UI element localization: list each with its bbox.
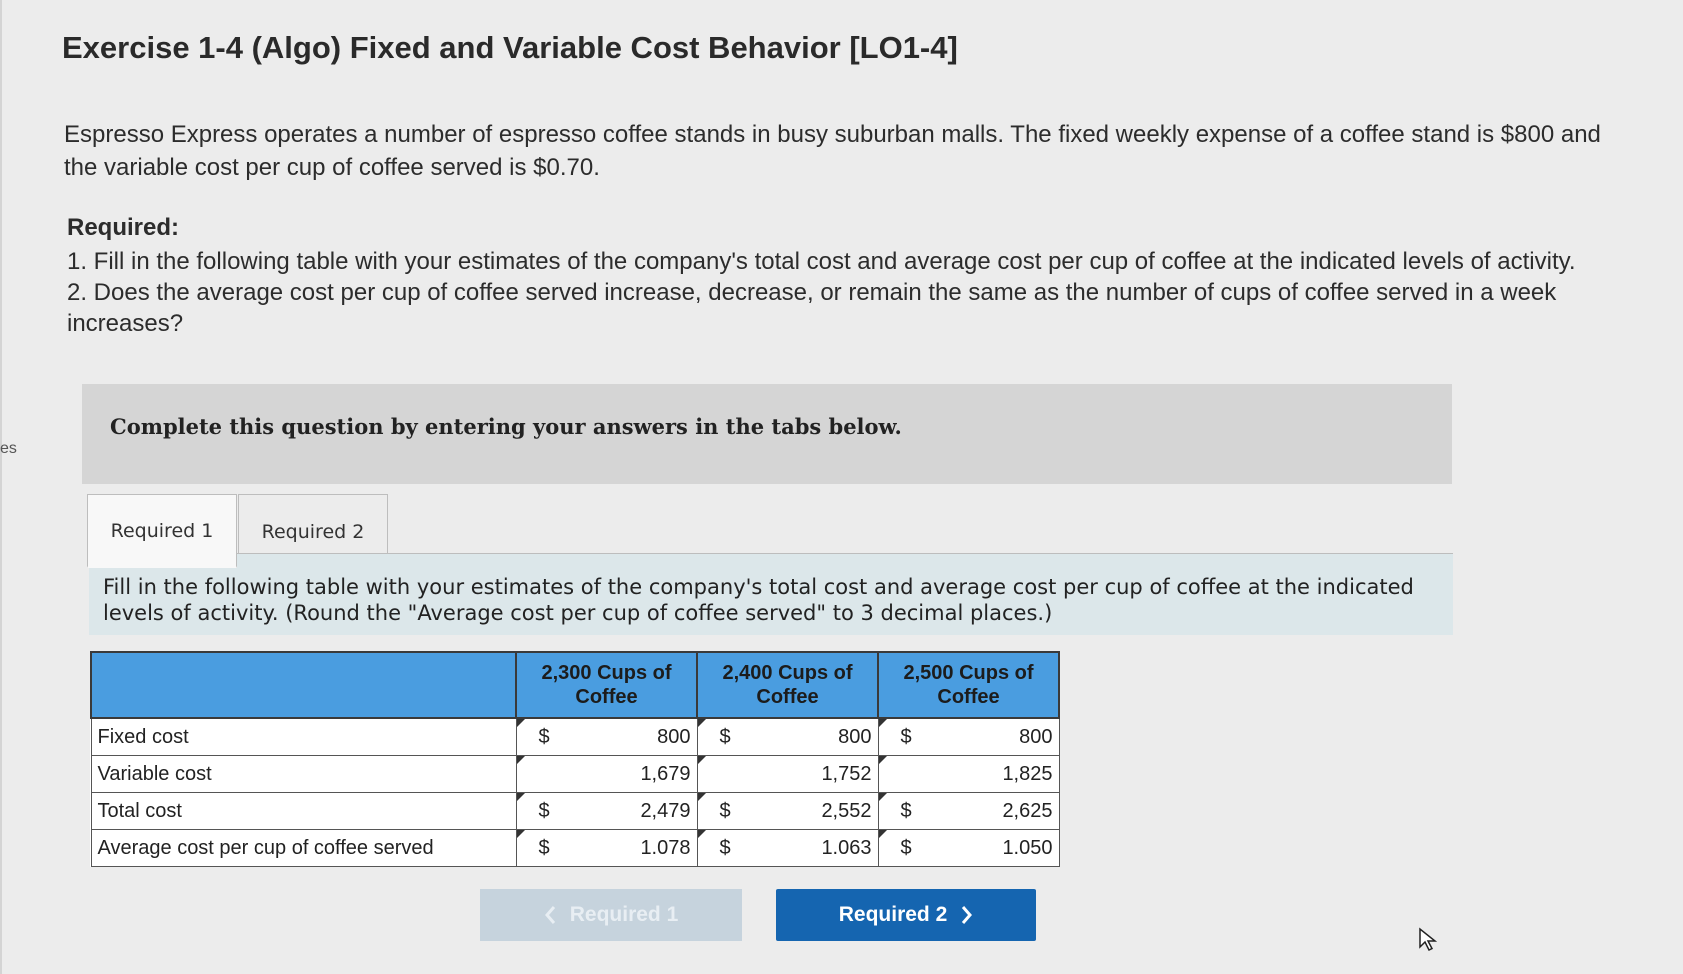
flag-icon (878, 719, 887, 727)
column-header: 2,400 Cups of Coffee (696, 651, 879, 719)
next-required-button[interactable]: Required 2 (776, 889, 1036, 941)
table-row: Total cost $2,479 $2,552 $2,625 (90, 792, 1060, 830)
table-row: Fixed cost $800 $800 $800 (90, 717, 1060, 756)
flag-icon (516, 719, 525, 727)
answer-cell[interactable]: 1,679 (515, 755, 698, 793)
flag-icon (878, 830, 887, 838)
table-row: Average cost per cup of coffee served $1… (90, 829, 1060, 867)
flag-icon (516, 830, 525, 838)
flag-icon (697, 756, 706, 764)
row-label: Average cost per cup of coffee served (90, 829, 517, 867)
mouse-cursor-icon (1419, 927, 1438, 952)
flag-icon (697, 793, 706, 801)
tab-required-1[interactable]: Required 1 (87, 494, 237, 568)
cell-value[interactable]: 1,825 (1002, 763, 1052, 786)
answer-cell[interactable]: $2,479 (515, 792, 698, 830)
flag-icon (697, 719, 706, 727)
flag-icon (697, 830, 706, 838)
cell-value[interactable]: 1,752 (821, 763, 871, 786)
cell-value[interactable]: 1.050 (1002, 837, 1052, 860)
cell-value[interactable]: 800 (838, 726, 871, 749)
flag-icon (878, 793, 887, 801)
cell-value[interactable]: 800 (657, 726, 690, 749)
page-title: Exercise 1-4 (Algo) Fixed and Variable C… (62, 30, 958, 65)
row-label: Variable cost (90, 755, 517, 793)
problem-intro: Espresso Express operates a number of es… (64, 121, 1601, 181)
required-item-2: 2. Does the average cost per cup of coff… (67, 279, 1557, 337)
required-heading: Required: (67, 214, 180, 241)
cost-table: 2,300 Cups of Coffee 2,400 Cups of Coffe… (90, 651, 1060, 867)
prev-button-label: Required 1 (569, 903, 679, 926)
dollar-sign: $ (719, 836, 731, 859)
table-header-row: 2,300 Cups of Coffee 2,400 Cups of Coffe… (90, 651, 1060, 719)
answer-cell[interactable]: 1,825 (877, 755, 1060, 793)
answer-cell[interactable]: $2,552 (696, 792, 879, 830)
tab-instruction: Fill in the following table with your es… (89, 553, 1453, 635)
dollar-sign: $ (538, 799, 550, 822)
answer-cell[interactable]: $2,625 (877, 792, 1060, 830)
answer-cell[interactable]: $1.078 (515, 829, 698, 867)
answer-cell[interactable]: $1.063 (696, 829, 879, 867)
next-button-label: Required 2 (838, 903, 948, 926)
row-label: Fixed cost (90, 717, 517, 756)
answer-cell[interactable]: $1.050 (877, 829, 1060, 867)
required-item-1: 1. Fill in the following table with your… (67, 248, 1576, 275)
instruction-banner: Complete this question by entering your … (82, 384, 1452, 484)
dollar-sign: $ (900, 836, 912, 859)
cell-value[interactable]: 800 (1019, 726, 1052, 749)
flag-icon (516, 756, 525, 764)
cell-value[interactable]: 2,552 (821, 800, 871, 823)
left-panel-fragment: es (0, 440, 17, 457)
left-edge (0, 0, 2, 974)
dollar-sign: $ (900, 799, 912, 822)
dollar-sign: $ (538, 836, 550, 859)
banner-text: Complete this question by entering your … (110, 414, 902, 439)
answer-cell[interactable]: $800 (515, 717, 698, 756)
chevron-right-icon (962, 906, 973, 924)
answer-cell[interactable]: 1,752 (696, 755, 879, 793)
table-row: Variable cost 1,679 1,752 1,825 (90, 755, 1060, 793)
answer-cell[interactable]: $800 (877, 717, 1060, 756)
dollar-sign: $ (538, 725, 550, 748)
required-section: Required: 1. Fill in the following table… (67, 214, 1607, 339)
cell-value[interactable]: 1.063 (821, 837, 871, 860)
flag-icon (516, 793, 525, 801)
chevron-left-icon (544, 906, 555, 924)
column-header: 2,500 Cups of Coffee (877, 651, 1060, 719)
cell-value[interactable]: 1,679 (640, 763, 690, 786)
column-header: 2,300 Cups of Coffee (515, 651, 698, 719)
row-label: Total cost (90, 792, 517, 830)
answer-cell[interactable]: $800 (696, 717, 879, 756)
cell-value[interactable]: 2,479 (640, 800, 690, 823)
header-blank (90, 651, 517, 719)
dollar-sign: $ (719, 725, 731, 748)
dollar-sign: $ (719, 799, 731, 822)
cell-value[interactable]: 2,625 (1002, 800, 1052, 823)
prev-required-button[interactable]: Required 1 (480, 889, 742, 941)
cell-value[interactable]: 1.078 (640, 837, 690, 860)
dollar-sign: $ (900, 725, 912, 748)
flag-icon (878, 756, 887, 764)
